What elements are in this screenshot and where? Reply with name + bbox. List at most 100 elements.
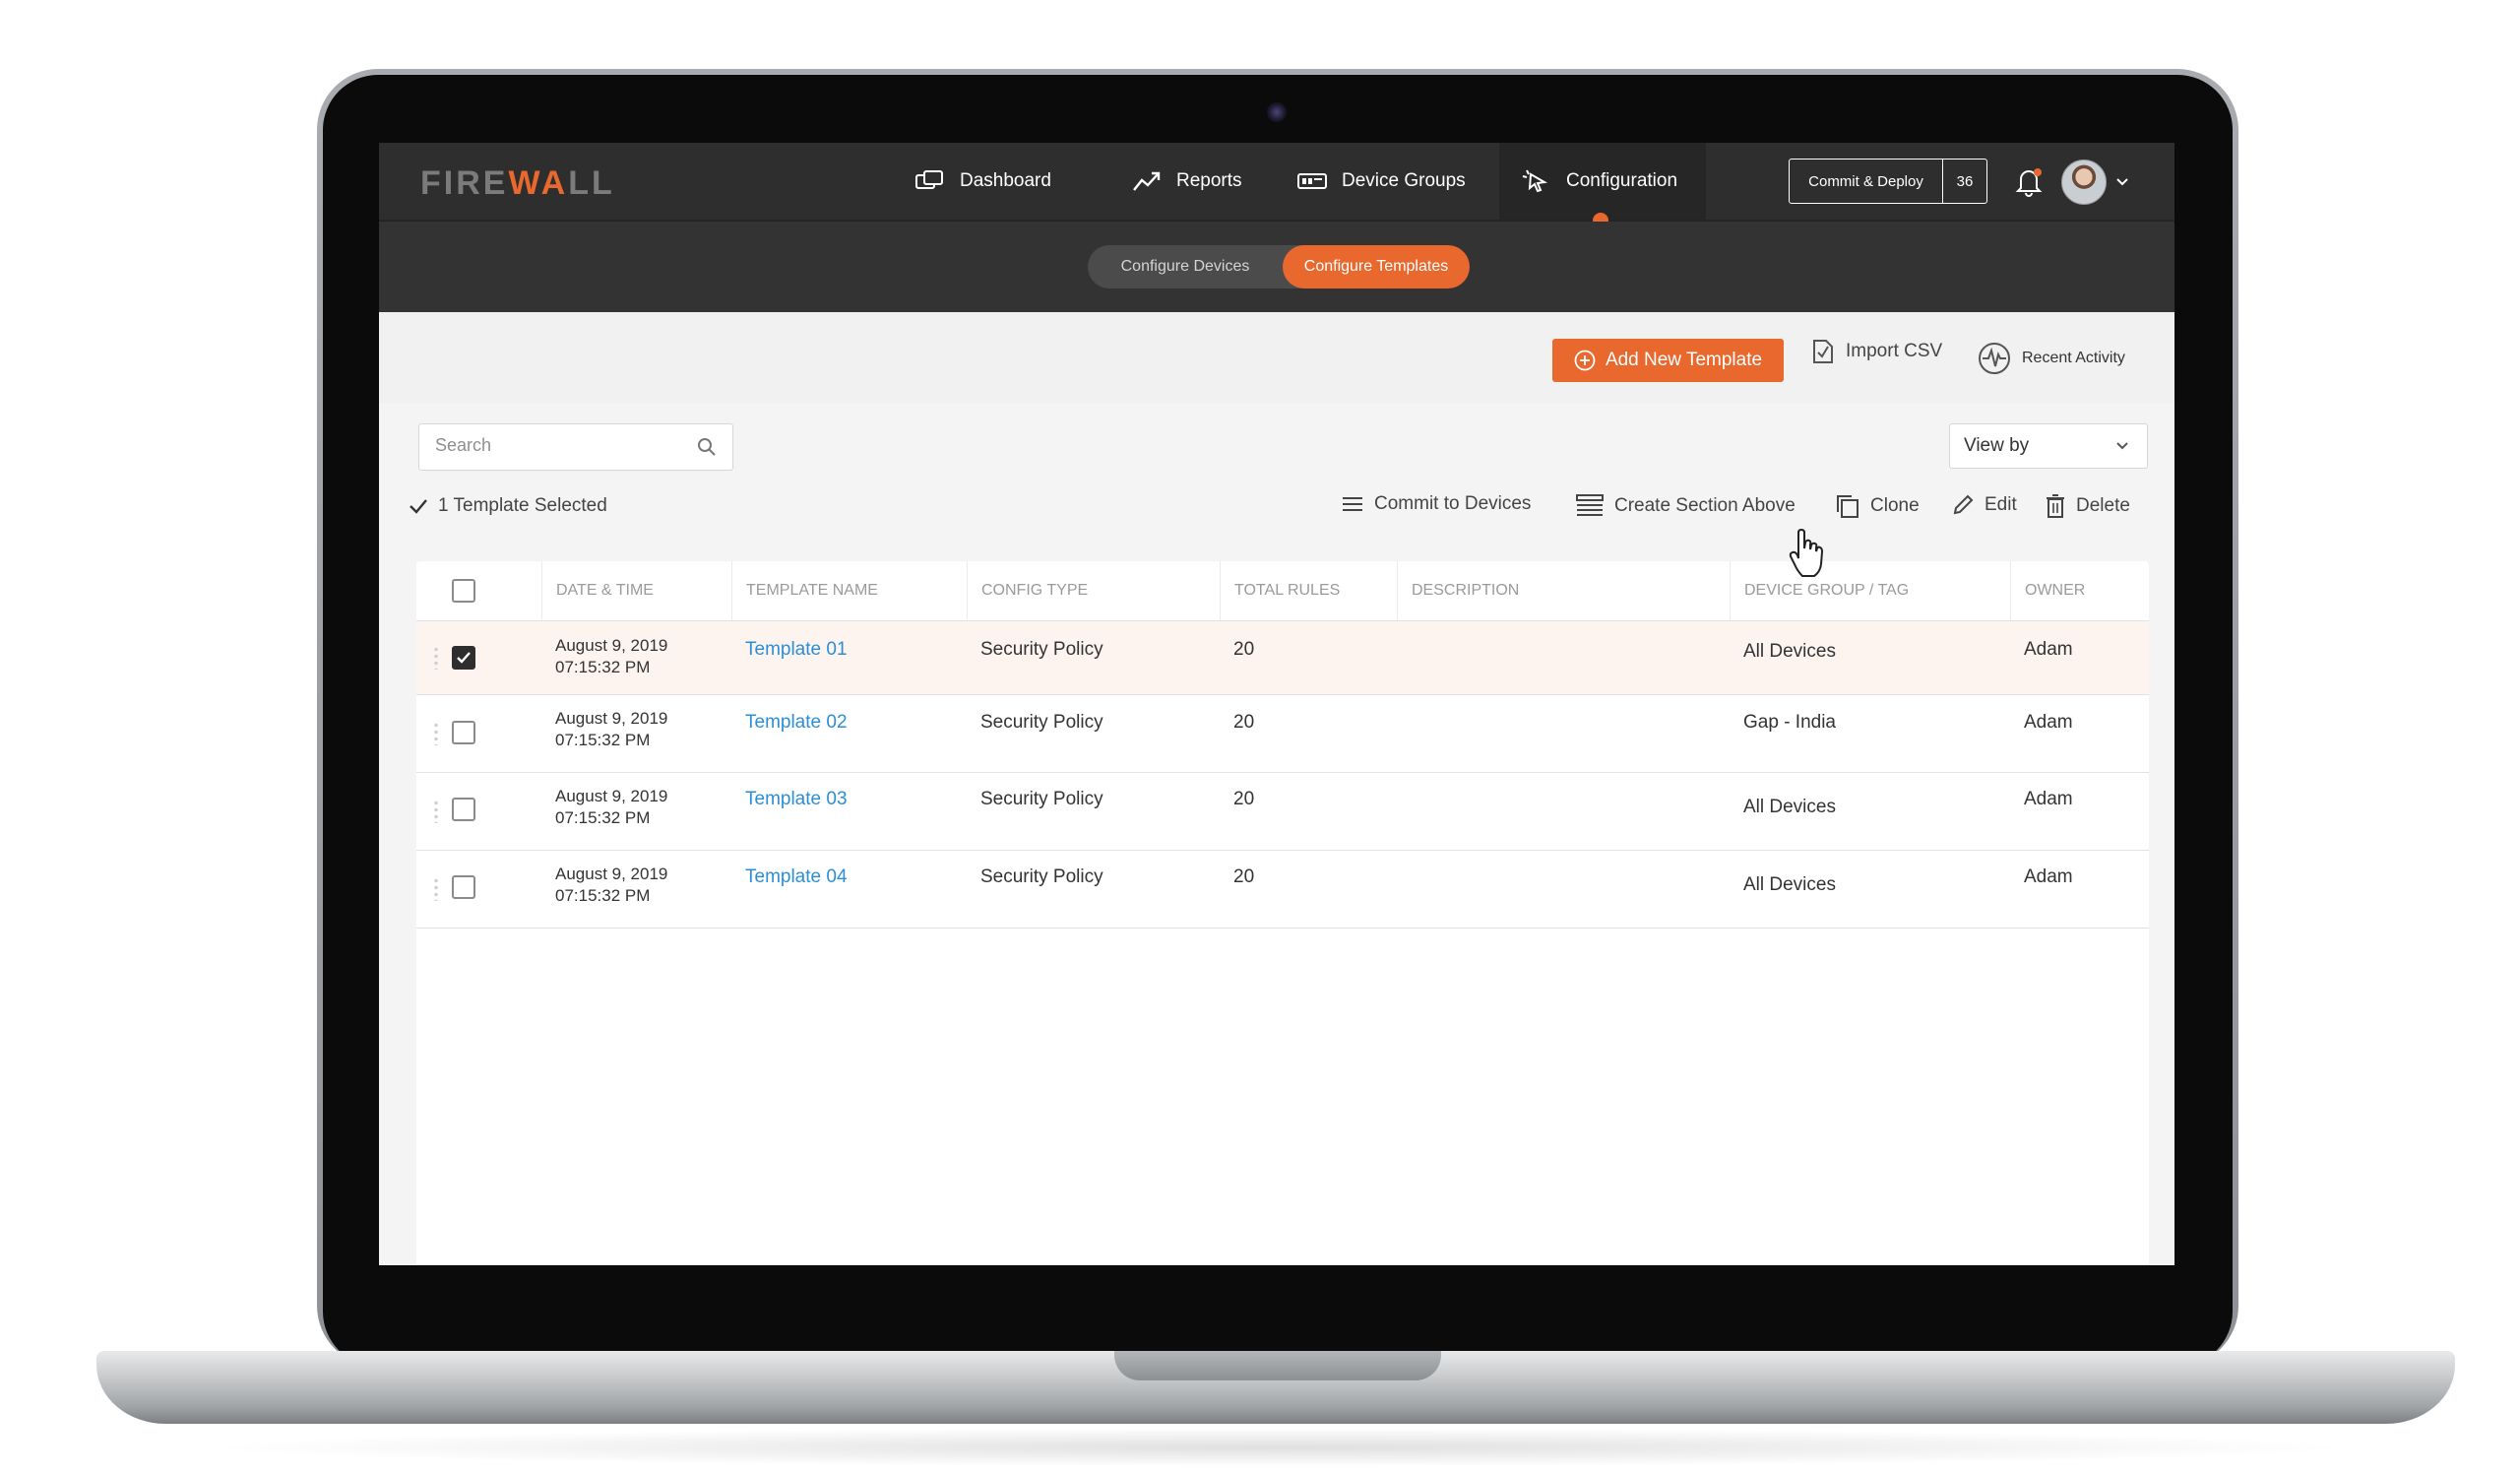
nav-configuration[interactable]: Configuration <box>1499 143 1706 220</box>
trash-icon <box>2047 494 2064 518</box>
row-config-type: Security Policy <box>980 789 1103 809</box>
drag-handle-icon[interactable] <box>434 646 438 670</box>
row-total-rules: 20 <box>1233 866 1255 887</box>
dashboard-icon <box>915 170 943 189</box>
drag-handle-icon[interactable] <box>434 800 438 823</box>
app-screen: FIREWALL Dashboard Reports Device Groups… <box>379 143 2174 1265</box>
template-name-link[interactable]: Template 03 <box>745 789 848 810</box>
column-config-type[interactable]: CONFIG TYPE <box>967 561 1220 620</box>
create-section-above-button[interactable]: Create Section Above <box>1575 493 1796 519</box>
row-checkbox[interactable] <box>452 721 475 744</box>
pencil-icon <box>1953 494 1974 515</box>
trend-icon <box>1133 171 1161 191</box>
chevron-down-icon <box>2116 442 2128 450</box>
selection-count-text: 1 Template Selected <box>438 495 607 516</box>
column-total-rules[interactable]: TOTAL RULES <box>1220 561 1397 620</box>
commit-to-devices-button[interactable]: Commit to Devices <box>1341 493 1531 515</box>
plus-circle-icon <box>1574 350 1596 371</box>
clone-button[interactable]: Clone <box>1835 493 1920 519</box>
table-row[interactable]: August 9, 2019 07:15:32 PM Template 02 Se… <box>416 694 2149 773</box>
clone-icon <box>1837 495 1858 518</box>
section-icon <box>1576 494 1604 516</box>
column-description[interactable]: DESCRIPTION <box>1397 561 1730 620</box>
column-device-group[interactable]: DEVICE GROUP / TAG <box>1730 561 2010 620</box>
nav-device-groups-label: Device Groups <box>1342 170 1466 191</box>
edit-label: Edit <box>1984 494 2017 515</box>
camera-icon <box>1267 102 1287 122</box>
import-csv-button[interactable]: Import CSV <box>1808 337 1942 366</box>
column-owner[interactable]: OWNER <box>2010 561 2149 620</box>
row-datetime: August 9, 2019 07:15:32 PM <box>555 709 668 749</box>
chevron-down-icon[interactable] <box>2115 175 2129 189</box>
column-template-name[interactable]: TEMPLATE NAME <box>731 561 967 620</box>
tab-configure-templates[interactable]: Configure Templates <box>1283 245 1470 288</box>
firewall-logo[interactable]: FIREWALL <box>420 164 615 203</box>
menu-lines-icon <box>1343 497 1362 511</box>
view-by-dropdown[interactable]: View by <box>1949 423 2148 469</box>
activity-icon <box>1979 343 2010 374</box>
drag-handle-icon[interactable] <box>434 877 438 901</box>
row-config-type: Security Policy <box>980 712 1103 733</box>
add-new-template-button[interactable]: Add New Template <box>1552 339 1784 382</box>
table-row[interactable]: August 9, 2019 07:15:32 PM Template 04 Se… <box>416 850 2149 929</box>
row-device-group: Gap - India <box>1743 712 1836 733</box>
row-total-rules: 20 <box>1233 712 1255 733</box>
row-owner: Adam <box>2024 866 2073 887</box>
row-device-group: All Devices <box>1743 641 1836 662</box>
table-header: DATE & TIME TEMPLATE NAME CONFIG TYPE TO… <box>416 561 2149 621</box>
row-owner: Adam <box>2024 712 2073 733</box>
row-datetime: August 9, 2019 07:15:32 PM <box>555 636 668 676</box>
device-groups-icon <box>1297 173 1327 189</box>
row-total-rules: 20 <box>1233 789 1255 809</box>
row-owner: Adam <box>2024 639 2073 660</box>
templates-table: DATE & TIME TEMPLATE NAME CONFIG TYPE TO… <box>416 561 2149 1265</box>
commit-count-badge: 36 <box>1956 172 1974 190</box>
table-row[interactable]: August 9, 2019 07:15:32 PM Template 01 Se… <box>416 621 2149 695</box>
nav-reports[interactable]: Reports <box>1131 143 1242 220</box>
tab-configure-devices[interactable]: Configure Devices <box>1088 245 1283 288</box>
commit-deploy-button[interactable]: Commit & Deploy 36 <box>1789 159 1987 204</box>
row-checkbox[interactable] <box>452 798 475 821</box>
row-total-rules: 20 <box>1233 639 1255 660</box>
row-datetime: August 9, 2019 07:15:32 PM <box>555 787 668 827</box>
laptop-notch <box>1114 1351 1441 1380</box>
avatar[interactable] <box>2061 160 2107 205</box>
recent-activity-label: Recent Activity <box>2022 350 2125 366</box>
nav-dashboard-label: Dashboard <box>960 170 1051 191</box>
search-box <box>418 423 733 471</box>
create-section-above-label: Create Section Above <box>1614 495 1796 516</box>
add-new-template-label: Add New Template <box>1605 350 1763 370</box>
check-icon <box>410 499 427 514</box>
import-icon <box>1813 340 1833 363</box>
nav-reports-label: Reports <box>1176 170 1242 191</box>
row-device-group: All Devices <box>1743 874 1836 895</box>
template-name-link[interactable]: Template 04 <box>745 866 848 888</box>
delete-button[interactable]: Delete <box>2045 493 2130 519</box>
configure-segmented-control: Configure Devices Configure Templates <box>1088 245 1470 288</box>
row-checkbox[interactable] <box>452 875 475 899</box>
template-name-link[interactable]: Template 01 <box>745 639 848 661</box>
view-by-label: View by <box>1964 435 2030 456</box>
row-owner: Adam <box>2024 789 2073 809</box>
row-checkbox[interactable] <box>452 646 475 670</box>
template-name-link[interactable]: Template 02 <box>745 712 848 734</box>
table-row[interactable]: August 9, 2019 07:15:32 PM Template 03 Se… <box>416 772 2149 851</box>
delete-label: Delete <box>2076 495 2130 516</box>
commit-deploy-label: Commit & Deploy <box>1790 160 1943 203</box>
edit-button[interactable]: Edit <box>1951 493 2017 517</box>
row-datetime: August 9, 2019 07:15:32 PM <box>555 865 668 905</box>
search-input[interactable] <box>433 434 693 457</box>
nav-dashboard[interactable]: Dashboard <box>914 143 1051 220</box>
recent-activity-button[interactable]: Recent Activity <box>1977 341 2125 376</box>
bell-icon[interactable] <box>2013 165 2045 197</box>
search-icon[interactable] <box>697 437 717 457</box>
column-date-time[interactable]: DATE & TIME <box>541 561 731 620</box>
laptop-shadow <box>197 1428 2362 1467</box>
select-all-checkbox[interactable] <box>452 579 475 603</box>
configuration-icon <box>1522 169 1548 193</box>
nav-configuration-label: Configuration <box>1566 170 1678 191</box>
drag-handle-icon[interactable] <box>434 722 438 745</box>
row-config-type: Security Policy <box>980 866 1103 887</box>
selection-summary: 1 Template Selected <box>409 495 607 517</box>
nav-device-groups[interactable]: Device Groups <box>1296 143 1466 220</box>
